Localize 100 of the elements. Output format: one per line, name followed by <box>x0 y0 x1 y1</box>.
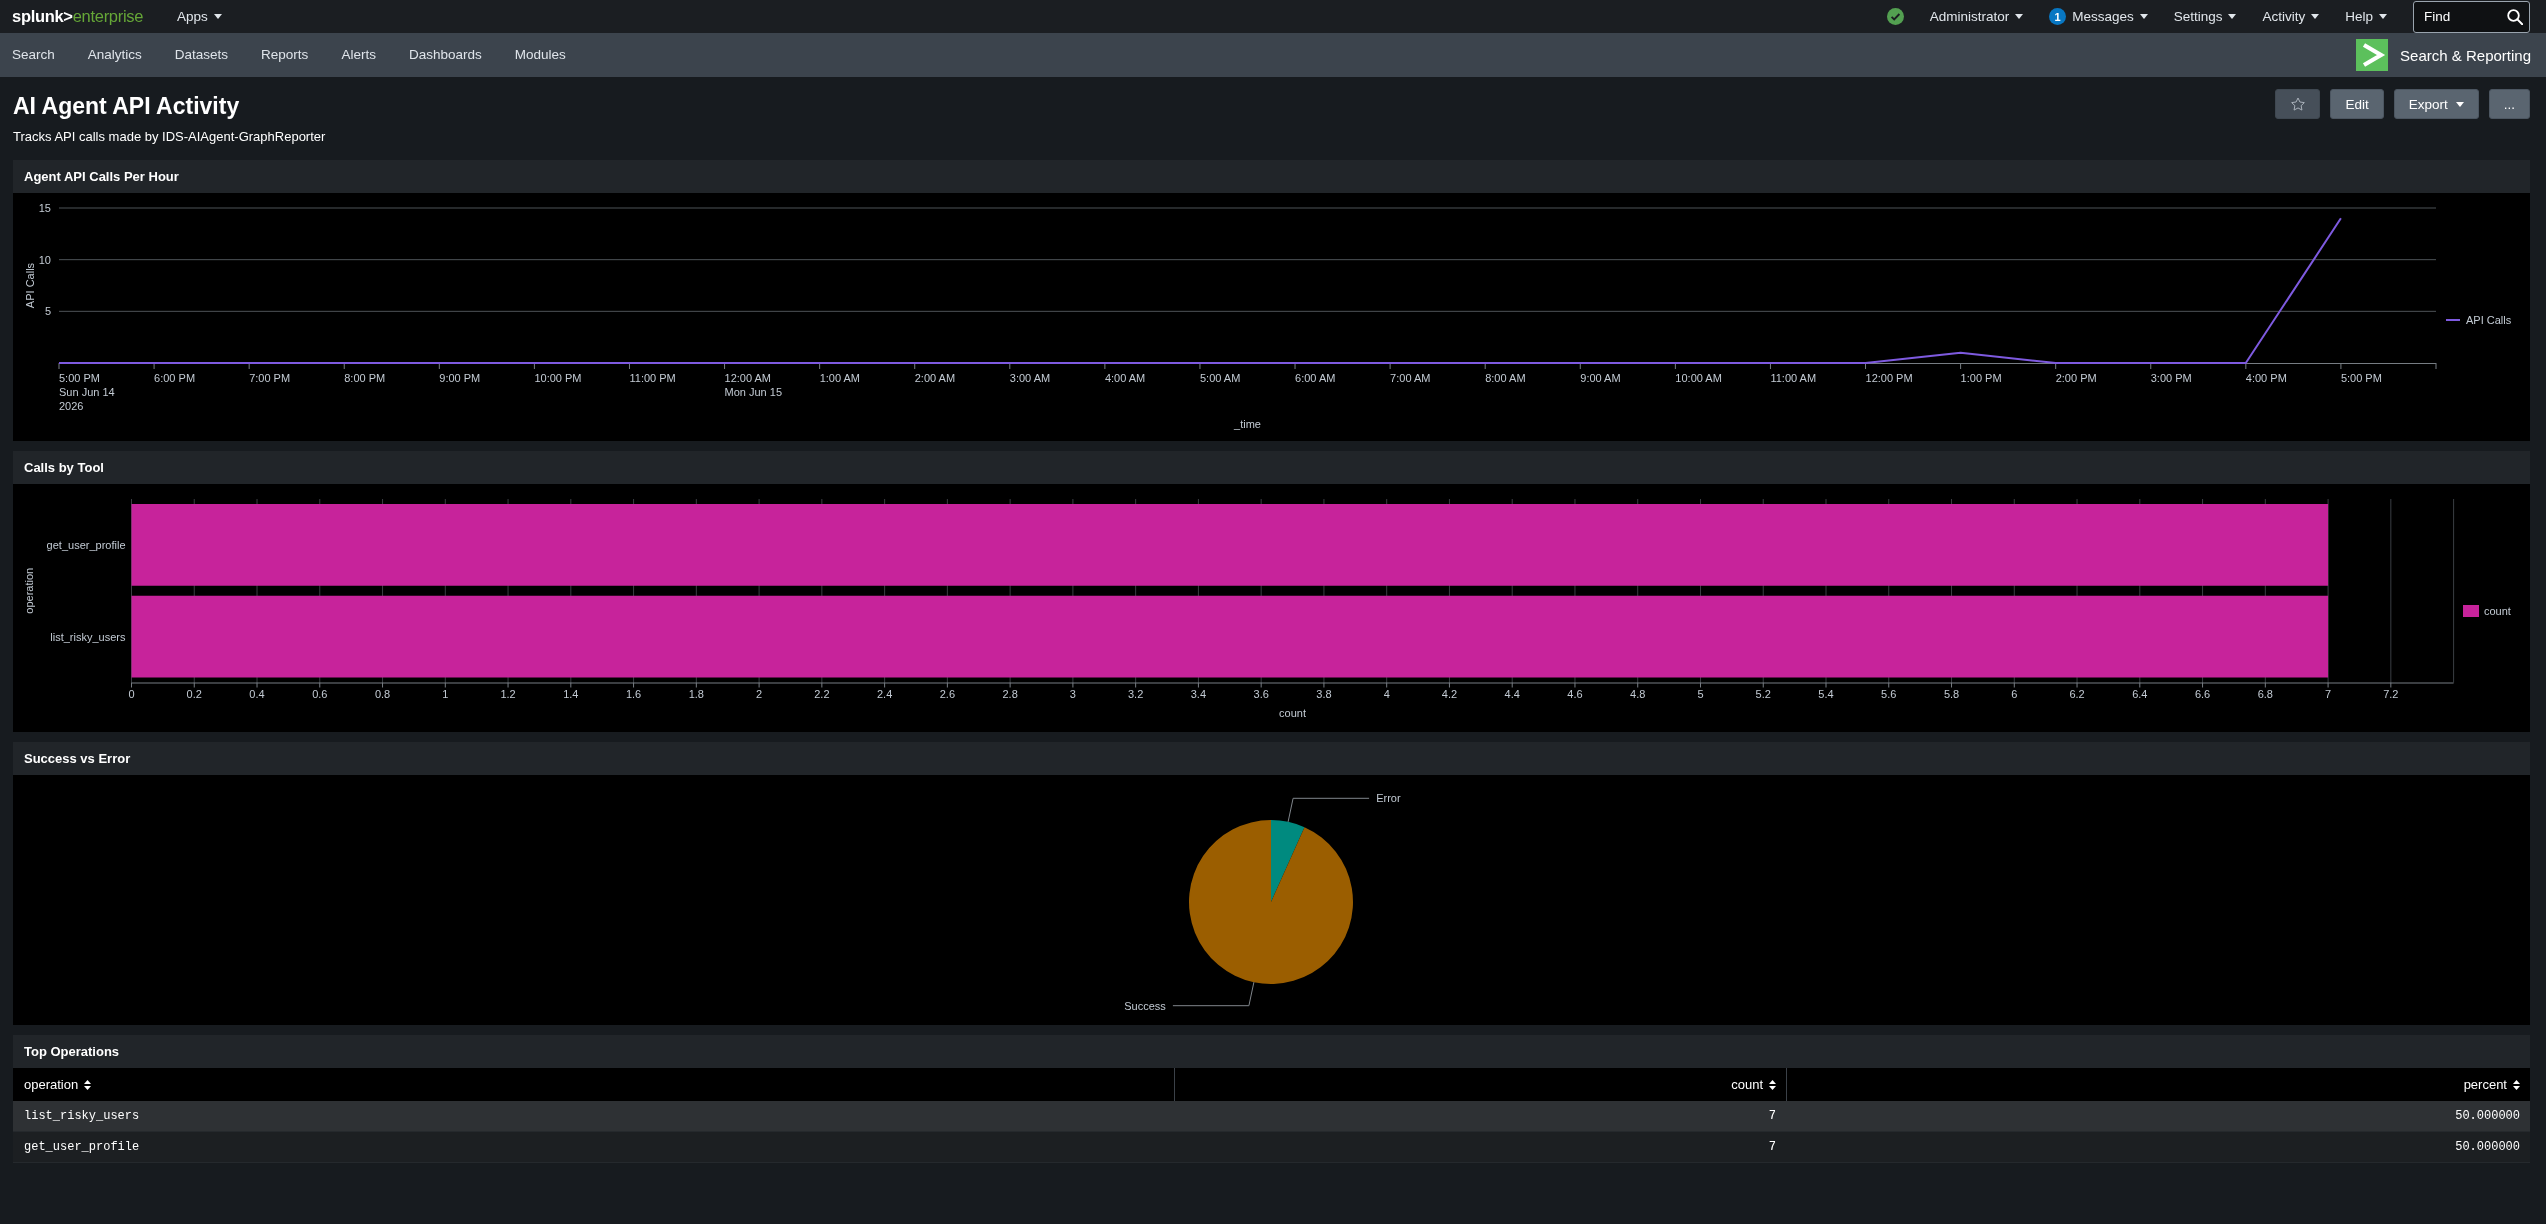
action-button[interactable]: ... <box>2488 89 2530 119</box>
legend-label: count <box>2484 605 2511 617</box>
axis-tick-label: 6 <box>2011 688 2018 700</box>
axis-tick-label: 3 <box>1069 688 1076 700</box>
caret-icon <box>2139 14 2148 19</box>
menu-button[interactable]: Settings <box>2173 9 2237 24</box>
check-circle-icon[interactable] <box>1886 8 1904 25</box>
axis-tick-label: 4 <box>1383 688 1390 700</box>
app-link[interactable]: Search & Reporting <box>2356 39 2531 71</box>
axis-tick-label: 0.4 <box>249 688 265 700</box>
caret-icon <box>2015 14 2024 19</box>
axis-tick-label: 4.2 <box>1441 688 1458 700</box>
app-logo-icon <box>2356 39 2389 71</box>
panel-title: Success vs Error <box>24 751 131 766</box>
table-cell: 7 <box>1174 1132 1786 1163</box>
axis-tick-label: 6.2 <box>2069 688 2085 700</box>
axis-tick-label: 12:00 AM <box>724 372 772 384</box>
axis-tick-label: 4.4 <box>1504 688 1520 700</box>
axis-tick-label: 3.4 <box>1190 688 1207 700</box>
product-logo[interactable]: splunk>enterprise <box>12 7 144 26</box>
axis-tick-label: 5 <box>1697 688 1704 700</box>
column-header[interactable]: count <box>1174 1068 1786 1101</box>
axis-tick-label: 4.6 <box>1567 688 1583 700</box>
column-header[interactable]: percent <box>1786 1068 2530 1101</box>
panel-title: Calls by Tool <box>24 460 104 475</box>
date-label: Sun Jun 14 <box>59 386 115 398</box>
table-cell: 7 <box>1174 1101 1786 1132</box>
column-header[interactable]: operation <box>13 1068 1174 1101</box>
axis-tick-label: 6:00 PM <box>154 372 196 384</box>
nav-item[interactable]: Analytics <box>87 44 142 66</box>
sort-icon <box>1769 1079 1776 1090</box>
axis-tick-label: 5.6 <box>1881 688 1897 700</box>
menu-button[interactable]: 1 Messages <box>2049 8 2148 25</box>
axis-tick-label: 0 <box>128 688 135 700</box>
panel-title: Agent API Calls Per Hour <box>24 169 179 184</box>
axis-title: operation <box>23 567 35 614</box>
axis-tick-label: 1.6 <box>625 688 642 700</box>
star-icon <box>2290 97 2305 111</box>
axis-tick-label: 2:00 PM <box>2055 372 2097 384</box>
axis-tick-label: 2 <box>756 688 763 700</box>
axis-tick-label: 1.2 <box>500 688 516 700</box>
axis-tick-label: 8:00 PM <box>344 372 386 384</box>
axis-tick-label: 3.6 <box>1253 688 1269 700</box>
axis-tick-label: 6.8 <box>2257 688 2273 700</box>
axis-tick-label: 10:00 AM <box>1675 372 1722 384</box>
axis-tick-label: 11:00 AM <box>1770 372 1817 384</box>
axis-tick-label: 3:00 AM <box>1009 372 1051 384</box>
nav-item[interactable]: Modules <box>514 44 566 66</box>
axis-tick-label: 5.4 <box>1818 688 1834 700</box>
menu-button[interactable]: Help <box>2345 9 2387 24</box>
axis-tick-label: 1:00 AM <box>819 372 860 384</box>
sort-icon <box>84 1079 92 1090</box>
favorite-button[interactable] <box>2275 89 2321 119</box>
axis-tick-label: 7:00 PM <box>249 372 291 384</box>
axis-tick-label: 9:00 AM <box>1580 372 1621 384</box>
count-badge: 1 <box>2049 8 2067 25</box>
axis-tick-label: 0.2 <box>186 688 202 700</box>
axis-tick-label: 7.2 <box>2383 688 2399 700</box>
search-icon[interactable] <box>2507 8 2523 25</box>
nav-item[interactable]: Search <box>12 44 55 66</box>
axis-tick-label: 3.2 <box>1128 688 1144 700</box>
axis-tick-label: 1:00 PM <box>1960 372 2002 384</box>
axis-tick-label: 2.8 <box>1002 688 1018 700</box>
caret-icon <box>2455 101 2464 107</box>
legend-label: API Calls <box>2466 314 2512 326</box>
legend-line-icon <box>2445 319 2461 321</box>
axis-tick-label: 0.8 <box>374 688 391 700</box>
nav-item[interactable]: Alerts <box>341 44 376 66</box>
axis-tick-label: 5:00 PM <box>59 372 100 384</box>
axis-tick-label: 5.8 <box>1943 688 1960 700</box>
dashboard-description: Tracks API calls made by IDS-AIAgent-GraphReporter <box>13 128 326 146</box>
dropdown-button[interactable]: Export <box>2393 89 2479 119</box>
action-button[interactable]: Edit <box>2330 89 2384 119</box>
axis-tick-label: 7 <box>2325 688 2332 700</box>
table-cell: get_user_profile <box>13 1132 1174 1163</box>
axis-tick-label: 2.4 <box>876 688 893 700</box>
table-cell: 50.000000 <box>1786 1132 2530 1163</box>
axis-tick-label: 5:00 PM <box>2340 372 2382 384</box>
axis-tick-label: 2.6 <box>939 688 955 700</box>
table-cell: 50.000000 <box>1786 1101 2530 1132</box>
axis-tick-label: 8:00 AM <box>1485 372 1526 384</box>
axis-tick-label: 2:00 AM <box>914 372 956 384</box>
caret-icon <box>213 14 222 19</box>
apps-menu[interactable]: Apps <box>177 9 222 24</box>
nav-item[interactable]: Reports <box>261 44 309 66</box>
table-cell: list_risky_users <box>13 1101 1174 1132</box>
axis-tick-label: 10:00 PM <box>534 372 582 384</box>
axis-tick-label: 5 <box>44 305 51 318</box>
search-field[interactable]: Find <box>2413 0 2530 33</box>
axis-tick-label: 2.2 <box>814 688 830 700</box>
axis-tick-label: 4:00 AM <box>1104 372 1146 384</box>
axis-title: _time <box>1234 418 1261 430</box>
axis-tick-label: 4.8 <box>1630 688 1646 700</box>
nav-item[interactable]: Dashboards <box>408 44 482 66</box>
axis-tick-label: 6:00 AM <box>1295 372 1336 384</box>
menu-button[interactable]: Activity <box>2262 9 2320 24</box>
axis-tick-label: 11:00 PM <box>629 372 676 384</box>
axis-title: API Calls <box>24 262 36 309</box>
menu-button[interactable]: Administrator <box>1929 9 2024 24</box>
nav-item[interactable]: Datasets <box>174 44 229 66</box>
